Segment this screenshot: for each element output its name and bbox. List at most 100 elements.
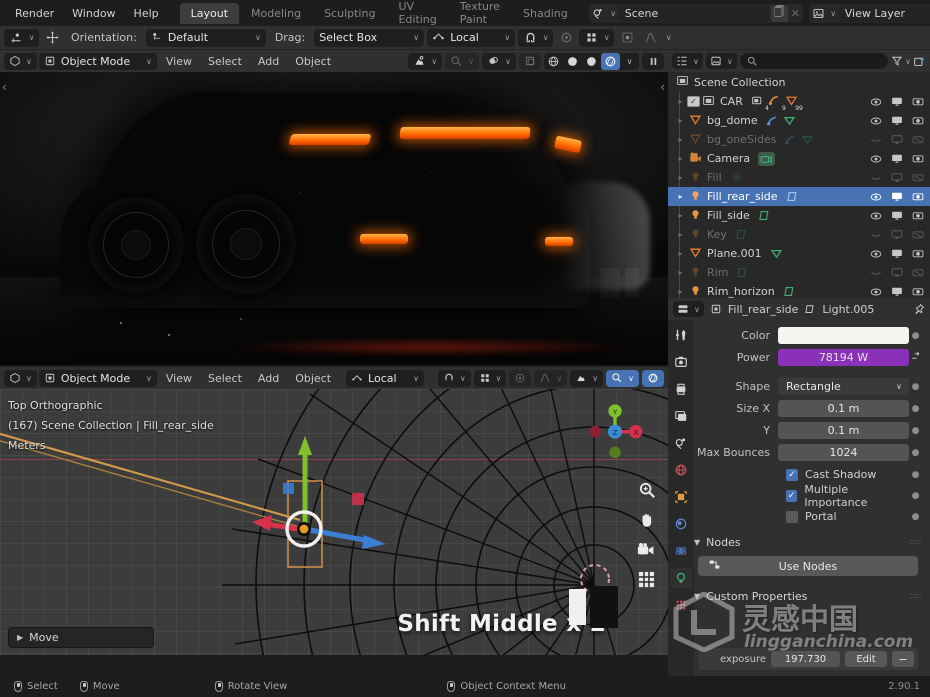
eye-icon[interactable] xyxy=(870,287,882,297)
scene-dropdown-chevron-icon[interactable]: ∨ xyxy=(608,9,619,18)
proportional-edit-icon[interactable] xyxy=(556,29,576,47)
expand-arrow-bg-onesides-icon[interactable]: ▸ xyxy=(674,135,687,144)
tab-layout[interactable]: Layout xyxy=(179,2,240,24)
fill-visibility-controls[interactable] xyxy=(870,172,924,183)
snap-grid-icon[interactable] xyxy=(581,29,601,47)
prop-row-shape[interactable]: Shape Rectangle ● xyxy=(694,377,922,396)
falloff-curve-icon[interactable] xyxy=(640,29,660,47)
prop-row-max-bounces[interactable]: Max Bounces 1024 ● xyxy=(694,443,922,462)
prop-decorator-shape[interactable]: ● xyxy=(909,382,922,392)
section-custom-properties-header[interactable]: ▼ Custom Properties ∷∷ xyxy=(694,586,922,606)
car-checkbox[interactable]: ✓ xyxy=(687,96,700,107)
camera-render-icon[interactable] xyxy=(912,96,924,107)
shading-solid-button[interactable] xyxy=(563,53,582,70)
menu-help[interactable]: Help xyxy=(125,4,168,23)
viewport-top-shading-extra[interactable] xyxy=(519,52,541,70)
transform-space-chevron-icon[interactable]: ∨ xyxy=(504,33,510,42)
operator-panel-triangle-icon[interactable]: ▶ xyxy=(17,633,23,642)
viewport-top-mode-dropdown[interactable]: Object Mode ∨ xyxy=(38,52,157,70)
scene-name-field[interactable]: Scene xyxy=(618,4,769,22)
camera-render-icon[interactable] xyxy=(912,153,924,164)
bottom-snap-grid-button[interactable]: ∨ xyxy=(473,369,507,387)
prop-value-size-x[interactable]: 0.1 m xyxy=(778,400,909,417)
camera-render-off-icon[interactable] xyxy=(912,229,924,240)
monitor-icon[interactable] xyxy=(891,229,903,240)
section-nodes-header[interactable]: ▼ Nodes ∷∷ xyxy=(694,532,922,552)
fill-rear-side-visibility-controls[interactable] xyxy=(870,191,924,202)
xray-chevron-icon[interactable]: ∨ xyxy=(505,57,511,66)
expand-arrow-key-icon[interactable]: ▸ xyxy=(674,230,687,239)
viewport-top-menu-view[interactable]: View xyxy=(159,53,199,70)
camera-render-icon[interactable] xyxy=(912,115,924,126)
camera-render-off-icon[interactable] xyxy=(912,134,924,145)
bottom-overlay-chevron-icon[interactable]: ∨ xyxy=(628,374,634,383)
tab-shading[interactable]: Shading xyxy=(512,3,579,24)
prop-decorator-color[interactable]: ● xyxy=(909,331,922,341)
outliner-row-bg-onesides[interactable]: ▸ bg_oneSides xyxy=(668,130,930,149)
prop-row-power[interactable]: Power 78194 W xyxy=(694,348,922,367)
viewport-bottom-menu-object[interactable]: Object xyxy=(288,370,338,387)
eye-closed-icon[interactable] xyxy=(870,135,882,145)
snap-magnet-button[interactable]: ∨ xyxy=(518,28,554,47)
drag-dropdown[interactable]: Select Box ∨ xyxy=(314,28,425,47)
viewport-bottom-editor-type[interactable]: ∨ xyxy=(4,369,37,387)
outliner-row-key[interactable]: ▸ Key xyxy=(668,225,930,244)
image-layer-icon[interactable] xyxy=(809,4,828,23)
viewport-top-menu-select[interactable]: Select xyxy=(201,53,249,70)
toggle-ortho-grid-icon[interactable] xyxy=(638,571,655,588)
navigation-gizmo[interactable]: Y X Z xyxy=(586,401,644,459)
snap-chevron-icon[interactable]: ∨ xyxy=(540,33,551,42)
snap-move-icon[interactable] xyxy=(42,29,62,47)
tab-texture[interactable] xyxy=(670,595,692,615)
custom-property-remove-button[interactable]: − xyxy=(892,651,914,667)
outliner-row-car[interactable]: ▸ ✓ CAR 4 9 99 xyxy=(668,92,930,112)
custom-props-collapse-triangle-icon[interactable]: ▼ xyxy=(694,592,700,601)
viewport-top-menu-object[interactable]: Object xyxy=(288,53,338,70)
expand-arrow-fill-icon[interactable]: ▸ xyxy=(674,173,687,182)
pan-hand-icon[interactable] xyxy=(638,511,656,529)
viewport-top-right-toggle-icon[interactable]: ‹ xyxy=(660,80,665,94)
tab-physics[interactable] xyxy=(670,541,692,561)
prop-value-max-bounces[interactable]: 1024 xyxy=(778,444,909,461)
eye-icon[interactable] xyxy=(870,97,882,107)
viewport-top-overlays-toggle[interactable]: ∨ xyxy=(445,52,480,70)
expand-arrow-plane-001-icon[interactable]: ▸ xyxy=(674,249,687,258)
cast-shadow-checkbox[interactable]: ✓ xyxy=(786,468,798,481)
snap-grid-button[interactable]: ∨ xyxy=(579,28,615,47)
properties-editor-type[interactable]: ∨ xyxy=(673,301,704,317)
gizmo-chevron-icon[interactable]: ∨ xyxy=(431,57,437,66)
menu-render[interactable]: Render xyxy=(6,4,63,23)
viewport-top-mode-chevron-icon[interactable]: ∨ xyxy=(146,57,152,66)
scene-new-copy-icon[interactable]: 🗍 xyxy=(770,4,788,22)
custom-property-row-exposure[interactable]: exposure 197.730 Edit − xyxy=(698,648,918,670)
menu-window[interactable]: Window xyxy=(63,4,124,23)
viewport-top-left-toggle-icon[interactable]: ‹ xyxy=(2,80,7,94)
expand-arrow-bg-dome-icon[interactable]: ▸ xyxy=(674,116,687,125)
use-nodes-button[interactable]: Use Nodes xyxy=(698,556,918,576)
viewport-bottom-menu-select[interactable]: Select xyxy=(201,370,249,387)
prop-decorator-size-x[interactable]: ● xyxy=(909,404,922,414)
camera-render-icon[interactable] xyxy=(912,191,924,202)
rim-visibility-controls[interactable] xyxy=(870,267,924,278)
falloff-chevron-icon-2[interactable]: ∨ xyxy=(556,374,562,383)
eye-icon[interactable] xyxy=(870,249,882,259)
prop-decorator-portal[interactable]: ● xyxy=(909,512,922,522)
transform-pivot-chevron-icon[interactable]: ∨ xyxy=(26,33,37,42)
funnel-filter-icon[interactable] xyxy=(891,55,903,67)
viewport-bottom-menu-add[interactable]: Add xyxy=(251,370,286,387)
outliner-row-plane-001[interactable]: ▸ Plane.001 xyxy=(668,244,930,263)
magnet-icon[interactable] xyxy=(520,29,540,47)
falloff-chevron-icon[interactable]: ∨ xyxy=(663,33,674,42)
outliner-row-rim[interactable]: ▸ Rim xyxy=(668,263,930,282)
viewport-top-editor-type[interactable]: ∨ xyxy=(4,52,37,70)
bottom-proportional-button[interactable] xyxy=(509,369,532,387)
transform-pivot-button[interactable]: ∨ xyxy=(4,28,39,47)
view-layer-dropdown-chevron-icon[interactable]: ∨ xyxy=(828,9,839,18)
monitor-icon[interactable] xyxy=(891,134,903,145)
outliner-row-camera[interactable]: ▸ Camera xyxy=(668,149,930,168)
overlays-chevron-icon[interactable]: ∨ xyxy=(468,57,474,66)
prop-decorator-size-y[interactable]: ● xyxy=(909,426,922,436)
camera-render-off-icon[interactable] xyxy=(912,267,924,278)
tab-scene[interactable] xyxy=(670,433,692,453)
monitor-icon[interactable] xyxy=(891,191,903,202)
